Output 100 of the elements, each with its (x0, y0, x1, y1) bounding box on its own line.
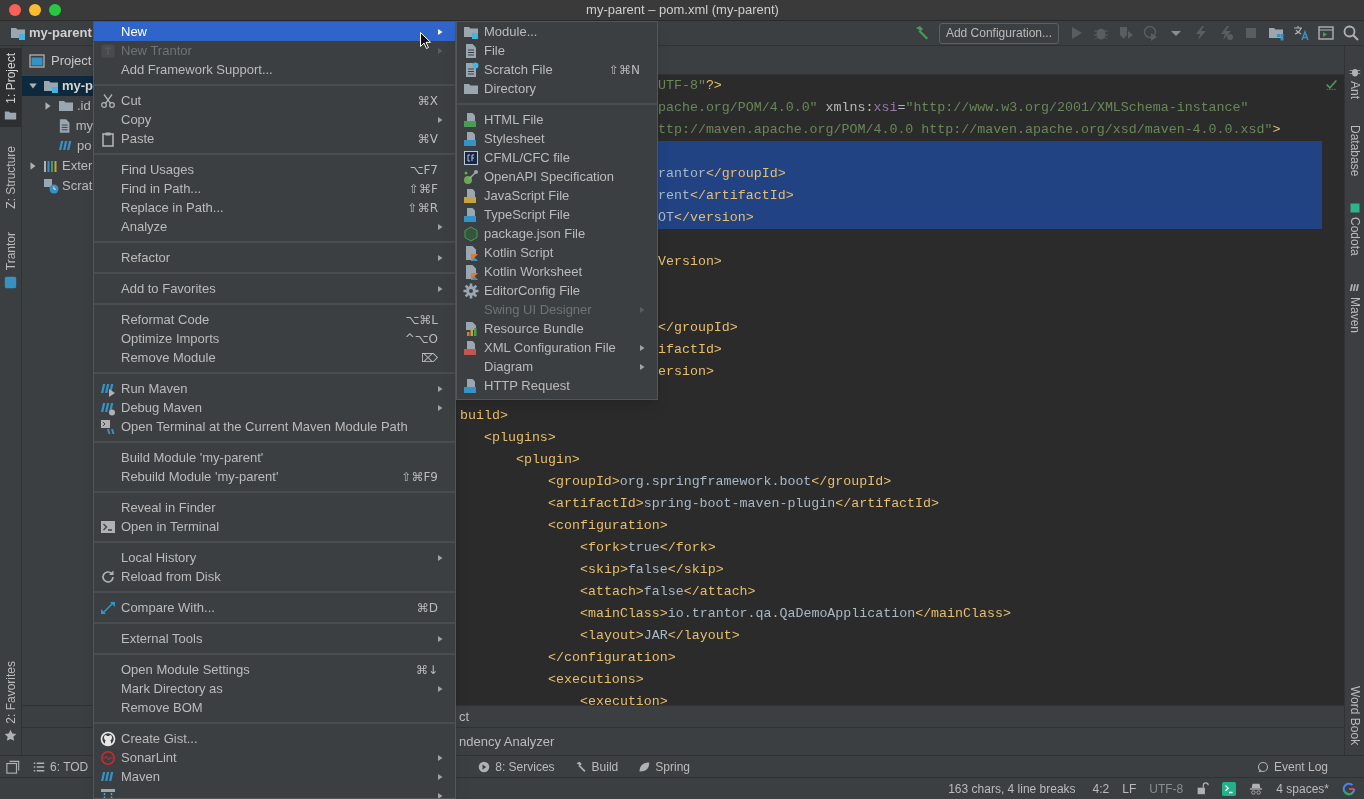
menu-item[interactable]: Replace in Path... ⇧⌘R (94, 198, 455, 217)
menu-item[interactable]: Directory (457, 79, 657, 98)
menu-item[interactable]: Cut ⌘X (94, 91, 455, 110)
tool-window-tab[interactable]: 1: Project (0, 48, 21, 127)
menu-item[interactable]: SonarLint (94, 748, 455, 767)
shortcut-text: ⇧⌘N (608, 61, 641, 79)
search-icon[interactable] (1343, 25, 1359, 41)
menu-item[interactable]: Create Gist... (94, 729, 455, 748)
folder-grid-icon[interactable] (1268, 25, 1284, 41)
tree-item[interactable]: my (22, 116, 93, 136)
tool-window-tab[interactable]: Build (574, 757, 619, 776)
circle-logo-icon (1342, 781, 1356, 796)
tool-window-tab[interactable]: Spring (638, 757, 690, 776)
menu-item[interactable]: Debug Maven (94, 398, 455, 417)
menu-item[interactable]: Reload from Disk (94, 567, 455, 586)
menu-item[interactable]: Kotlin Script (457, 243, 657, 262)
menu-item[interactable]: Module... (457, 22, 657, 41)
tool-window-tab[interactable]: Maven (1345, 282, 1364, 334)
menu-item[interactable]: Resource Bundle (457, 319, 657, 338)
menu-item[interactable]: File (457, 41, 657, 60)
menu-item[interactable]: Find Usages ⌥F7 (94, 160, 455, 179)
menu-item[interactable]: Paste ⌘V (94, 129, 455, 148)
menu-item[interactable]: Compare With... ⌘D (94, 598, 455, 617)
submenu-arrow-icon (436, 754, 444, 762)
tree-item[interactable]: Exter (22, 156, 93, 176)
menu-item[interactable]: Copy (94, 110, 455, 129)
minimize-window-button[interactable] (29, 4, 41, 16)
tool-window-tab[interactable]: Trantor (0, 227, 21, 294)
tree-item[interactable]: Scrat (22, 176, 93, 196)
menu-item[interactable]: Remove BOM (94, 698, 455, 717)
menu-item[interactable]: Open Module Settings ⌘↓ (94, 660, 455, 679)
menu-item[interactable]: Build Module 'my-parent' (94, 448, 455, 467)
mouse-pointer-icon (420, 32, 431, 49)
expanded-arrow-icon (28, 81, 38, 91)
speech-bubble-icon (1256, 760, 1269, 773)
panel-tab[interactable]: ndency Analyzer (459, 731, 555, 752)
tool-window-tab[interactable]: Ant (1345, 66, 1364, 99)
add-configuration-button[interactable]: Add Configuration... (938, 22, 1059, 44)
translate-icon[interactable] (1293, 25, 1309, 41)
tree-item[interactable]: po (22, 136, 93, 156)
tool-window-tab[interactable]: Database (1345, 125, 1364, 177)
shortcut-text: ⇧⌘F9 (401, 468, 439, 486)
breadcrumb-item[interactable]: my-parent (29, 23, 92, 43)
menu-item[interactable]: XML Configuration File (457, 338, 657, 357)
menu-item[interactable]: New (94, 22, 455, 41)
network-node-icon (463, 168, 479, 185)
menu-item[interactable]: Reveal in Finder (94, 498, 455, 517)
menu-item[interactable]: CFML/CFC file (457, 148, 657, 167)
event-log-button[interactable]: Event Log (1256, 757, 1328, 776)
padlock-icon[interactable] (1196, 782, 1210, 795)
caret-position[interactable]: 4:2 (1092, 779, 1110, 798)
tool-window-tab[interactable]: 2: Favorites (0, 656, 21, 747)
shortcut-text: ⇧⌘R (407, 199, 439, 217)
code-line: <plugin> (516, 451, 580, 469)
line-separator[interactable]: LF (1122, 779, 1137, 798)
tool-window-tab[interactable]: Word Book (1345, 685, 1364, 745)
submenu-arrow-icon (436, 773, 444, 781)
menu-item[interactable]: HTTP Request (457, 376, 657, 395)
menu-item[interactable]: Scratch File ⇧⌘N (457, 60, 657, 79)
menu-item[interactable]: Rebuild Module 'my-parent' ⇧⌘F9 (94, 467, 455, 486)
menu-item[interactable]: Remove Module ⌦ (94, 348, 455, 367)
menu-item[interactable]: Local History (94, 548, 455, 567)
menu-item[interactable]: Stylesheet (457, 129, 657, 148)
menu-item[interactable]: Refactor (94, 248, 455, 267)
menu-item[interactable]: Reformat Code ⌥⌘L (94, 310, 455, 329)
close-window-button[interactable] (9, 4, 21, 16)
menu-item[interactable]: OpenAPI Specification (457, 167, 657, 186)
menu-item[interactable]: EditorConfig File (457, 281, 657, 300)
menu-item[interactable]: Add to Favorites (94, 279, 455, 298)
shortcut-text: ⌦ (421, 349, 439, 367)
menu-item[interactable]: Analyze (94, 217, 455, 236)
tree-item[interactable]: my-p (22, 76, 93, 96)
menu-item[interactable]: package.json File (457, 224, 657, 243)
menu-item[interactable]: Open Terminal at the Current Maven Module Path (94, 417, 455, 436)
menu-item[interactable]: TypeScript File (457, 205, 657, 224)
menu-item[interactable]: Run Maven (94, 379, 455, 398)
menu-item[interactable]: Kotlin Worksheet (457, 262, 657, 281)
play-circle-icon (478, 760, 491, 773)
clipboard-icon (100, 130, 116, 147)
tool-window-tab[interactable]: 8: Services (478, 757, 555, 776)
menu-item[interactable]: External Tools (94, 629, 455, 648)
tool-window-tab[interactable]: 6: TOD (33, 757, 89, 776)
menu-item[interactable]: JavaScript File (457, 186, 657, 205)
panel-tab[interactable]: ct (459, 706, 470, 727)
terminal-window-icon[interactable] (1318, 25, 1334, 41)
menu-item[interactable]: Diagram (457, 357, 657, 376)
menu-item[interactable]: HTML File (457, 110, 657, 129)
menu-item[interactable]: Find in Path... ⇧⌘F (94, 179, 455, 198)
menu-item[interactable]: Mark Directory as (94, 679, 455, 698)
menu-item[interactable]: Add Framework Support... (94, 60, 455, 79)
file-encoding[interactable]: UTF-8 (1149, 779, 1184, 798)
zoom-window-button[interactable] (49, 4, 61, 16)
menu-item[interactable]: Maven (94, 767, 455, 786)
tool-window-tab[interactable]: Codota (1345, 202, 1364, 257)
octocat-icon (100, 730, 116, 747)
tree-item[interactable]: .id (22, 96, 93, 116)
tool-window-tab[interactable]: Z: Structure (0, 140, 21, 214)
indent-setting[interactable]: 4 spaces* (1276, 779, 1329, 798)
menu-item[interactable]: Optimize Imports ^⌥O (94, 329, 455, 348)
menu-item[interactable]: Open in Terminal (94, 517, 455, 536)
